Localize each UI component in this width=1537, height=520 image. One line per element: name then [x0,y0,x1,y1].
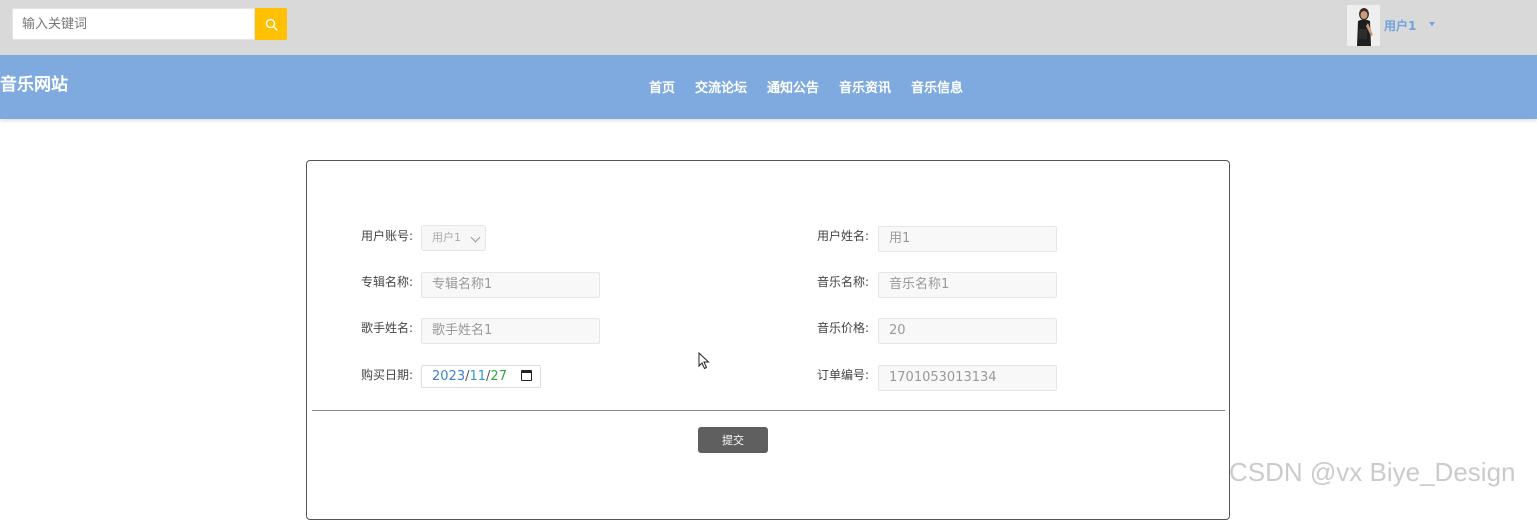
price-field[interactable]: 20 [878,318,1057,344]
top-bar: 用户1 [0,0,1537,55]
search-box [12,8,255,40]
name-label: 用户姓名: [817,229,870,243]
avatar[interactable] [1347,5,1380,46]
search-button[interactable] [255,8,287,40]
price-field-placeholder: 20 [889,323,906,338]
price-label: 音乐价格: [817,321,870,335]
submit-button[interactable]: 提交 [698,427,768,453]
album-field[interactable]: 专辑名称1 [421,272,600,298]
nav-item-music-news[interactable]: 音乐资讯 [839,77,891,96]
music-name-field[interactable]: 音乐名称1 [878,272,1057,298]
search-icon [265,18,278,31]
chevron-down-icon [470,232,481,243]
calendar-icon[interactable] [521,370,532,381]
avatar-image [1347,5,1380,46]
divider [312,410,1225,411]
nav-item-notice[interactable]: 通知公告 [767,77,819,96]
music-name-field-placeholder: 音乐名称1 [889,277,950,292]
order-field[interactable]: 1701053013134 [878,365,1057,391]
singer-field-placeholder: 歌手姓名1 [432,323,493,338]
watermark: CSDN @vx Biye_Design [1229,457,1516,487]
search-input[interactable] [13,9,254,39]
mouse-cursor-icon [698,352,710,370]
account-select[interactable]: 用户1 [421,225,486,251]
order-label: 订单编号: [817,368,870,382]
date-input[interactable]: 2023/11/27 [421,365,541,388]
order-field-placeholder: 1701053013134 [889,370,997,385]
singer-field[interactable]: 歌手姓名1 [421,318,600,344]
account-select-value: 用户1 [432,231,461,244]
user-dropdown-caret-icon[interactable] [1429,22,1435,26]
nav-bar: 音乐网站 首页 交流论坛 通知公告 音乐资讯 音乐信息 [0,55,1537,119]
user-name[interactable]: 用户1 [1384,17,1416,34]
nav-item-home[interactable]: 首页 [649,77,675,96]
nav-item-forum[interactable]: 交流论坛 [695,77,747,96]
singer-label: 歌手姓名: [361,321,414,335]
account-label: 用户账号: [361,229,414,243]
site-title: 音乐网站 [0,75,68,95]
album-label: 专辑名称: [361,275,414,289]
name-field[interactable]: 用1 [878,226,1057,252]
order-form-card: 用户账号: 用户1 用户姓名: 用1 专辑名称: 专辑名称1 音乐名称: 音乐名… [306,160,1230,520]
date-year: 2023 [432,369,466,384]
nav-item-music-info[interactable]: 音乐信息 [911,77,963,96]
album-field-placeholder: 专辑名称1 [432,277,493,292]
music-name-label: 音乐名称: [817,275,870,289]
date-month: 11 [469,369,487,384]
date-day: 27 [490,369,507,384]
date-label: 购买日期: [361,368,414,382]
name-field-value: 用1 [889,231,911,246]
